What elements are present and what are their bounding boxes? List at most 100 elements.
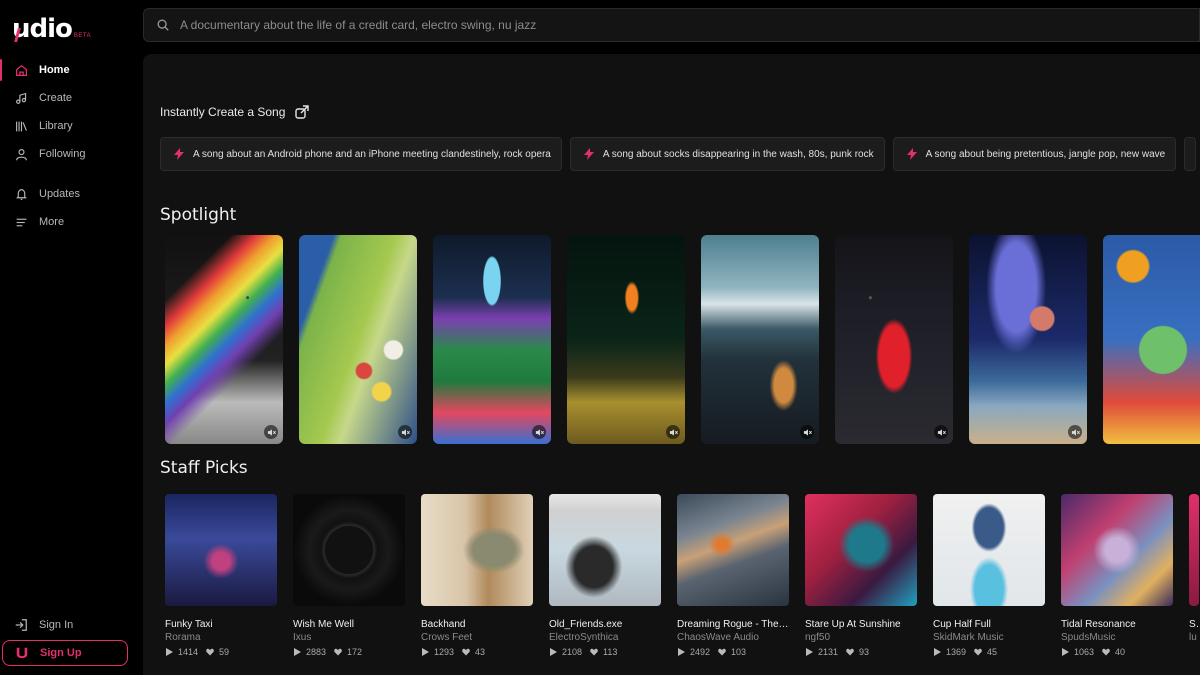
nav-item-updates[interactable]: Updates	[0, 180, 143, 208]
prompt-input[interactable]	[180, 18, 1080, 32]
play-count: 1063	[1074, 647, 1095, 657]
prompt-suggestion[interactable]: A song about being pretentious, jangle p…	[892, 137, 1177, 171]
song-stats: 1293 43	[421, 647, 533, 657]
cover-art[interactable]	[165, 494, 277, 606]
cover-art[interactable]	[421, 494, 533, 606]
spotlight-card[interactable]	[969, 235, 1087, 444]
like-count: 113	[603, 647, 618, 657]
song-title[interactable]: Old_Friends.exe	[549, 619, 661, 630]
song-card[interactable]: Old_Friends.exe ElectroSynthica 2108 113	[549, 494, 661, 657]
prompt-suggestion[interactable]: A song about socks disappearing in the w…	[569, 137, 885, 171]
play-count: 2492	[690, 647, 711, 657]
mute-icon[interactable]	[264, 425, 278, 439]
spotlight-card[interactable]	[165, 235, 283, 444]
spotlight-card[interactable]	[835, 235, 953, 444]
nav-item-library[interactable]: Library	[0, 112, 143, 140]
like-count: 103	[731, 647, 747, 657]
mute-icon[interactable]	[398, 425, 412, 439]
song-artist[interactable]: ElectroSynthica	[549, 632, 661, 643]
library-icon	[14, 119, 28, 133]
udio-u-icon	[15, 646, 29, 660]
song-card[interactable]: Stare Up At Sunshine ngf50 2131 93	[805, 494, 917, 657]
song-artist[interactable]: ngf50	[805, 632, 917, 643]
cover-art[interactable]	[933, 494, 1045, 606]
song-title[interactable]: Backhand	[421, 619, 533, 630]
spotlight-card[interactable]	[299, 235, 417, 444]
song-artist[interactable]: lu	[1189, 632, 1199, 643]
like-count: 45	[987, 647, 998, 657]
song-card[interactable]: Wish Me Well Ixus 2883 172	[293, 494, 405, 657]
heart-icon	[1102, 648, 1110, 656]
cover-art[interactable]	[1189, 494, 1199, 606]
song-artist[interactable]: Rorama	[165, 632, 277, 643]
udio-logo[interactable]: udio BETA	[12, 12, 91, 42]
spotlight-card[interactable]	[567, 235, 685, 444]
mute-icon[interactable]	[934, 425, 948, 439]
spotlight-row	[165, 235, 1200, 444]
song-card-partial[interactable]: Ste lu	[1189, 494, 1199, 657]
play-count: 2883	[306, 647, 327, 657]
song-stats: 1414 59	[165, 647, 277, 657]
nav-item-more[interactable]: More	[0, 208, 143, 236]
cover-art[interactable]	[805, 494, 917, 606]
instant-create-heading: Instantly Create a Song	[160, 104, 310, 120]
open-external-icon[interactable]	[294, 104, 310, 120]
heart-icon	[206, 648, 214, 656]
mute-icon[interactable]	[1068, 425, 1082, 439]
play-icon	[550, 648, 557, 656]
play-icon	[806, 648, 813, 656]
search-icon	[156, 18, 170, 32]
spotlight-card[interactable]	[433, 235, 551, 444]
heart-icon	[974, 648, 982, 656]
song-artist[interactable]: ChaosWave Audio	[677, 632, 789, 643]
nav-label: Library	[39, 120, 73, 132]
song-artist[interactable]: SpudsMusic	[1061, 632, 1173, 643]
song-artist[interactable]: Ixus	[293, 632, 405, 643]
lightning-icon	[173, 148, 185, 160]
song-title[interactable]: Dreaming Rogue - The ...	[677, 619, 789, 630]
cover-art[interactable]	[1061, 494, 1173, 606]
sign-in-icon	[14, 618, 28, 632]
nav-item-home[interactable]: Home	[0, 56, 143, 84]
spotlight-card[interactable]	[1103, 235, 1200, 444]
user-icon	[14, 147, 28, 161]
spotlight-card[interactable]	[701, 235, 819, 444]
song-title[interactable]: Funky Taxi	[165, 619, 277, 630]
cover-art[interactable]	[677, 494, 789, 606]
nav-item-following[interactable]: Following	[0, 140, 143, 168]
spotlight-title: Spotlight	[160, 205, 237, 225]
heart-icon	[590, 648, 598, 656]
prompt-suggestion[interactable]: A song about an Android phone and an iPh…	[160, 137, 562, 171]
song-card[interactable]: Funky Taxi Rorama 1414 59	[165, 494, 277, 657]
heart-icon	[334, 648, 342, 656]
nav-item-create[interactable]: Create	[0, 84, 143, 112]
play-icon	[422, 648, 429, 656]
song-stats: 2883 172	[293, 647, 405, 657]
mute-icon[interactable]	[800, 425, 814, 439]
song-card[interactable]: Cup Half Full SkidMark Music 1369 45	[933, 494, 1045, 657]
sign-in-label: Sign In	[39, 619, 74, 631]
mute-icon[interactable]	[532, 425, 546, 439]
song-artist[interactable]: Crows Feet	[421, 632, 533, 643]
song-card[interactable]: Backhand Crows Feet 1293 43	[421, 494, 533, 657]
cover-art[interactable]	[549, 494, 661, 606]
song-title[interactable]: Stare Up At Sunshine	[805, 619, 917, 630]
like-count: 93	[859, 647, 870, 657]
song-artist[interactable]: SkidMark Music	[933, 632, 1045, 643]
prompt-text: A song about an Android phone and an iPh…	[193, 148, 551, 160]
song-card[interactable]: Dreaming Rogue - The ... ChaosWave Audio…	[677, 494, 789, 657]
prompt-suggestion-partial[interactable]	[1184, 137, 1197, 171]
play-count: 1293	[434, 647, 455, 657]
song-title[interactable]: Wish Me Well	[293, 619, 405, 630]
prompt-search-bar[interactable]	[143, 8, 1200, 42]
cover-art[interactable]	[293, 494, 405, 606]
lightning-icon	[583, 148, 595, 160]
sign-up-button[interactable]: Sign Up	[2, 640, 128, 666]
mute-icon[interactable]	[666, 425, 680, 439]
song-title[interactable]: Tidal Resonance	[1061, 619, 1173, 630]
sign-in-button[interactable]: Sign In	[0, 612, 143, 638]
song-title[interactable]: Ste	[1189, 619, 1199, 630]
song-card[interactable]: Tidal Resonance SpudsMusic 1063 40	[1061, 494, 1173, 657]
song-title[interactable]: Cup Half Full	[933, 619, 1045, 630]
play-icon	[678, 648, 685, 656]
